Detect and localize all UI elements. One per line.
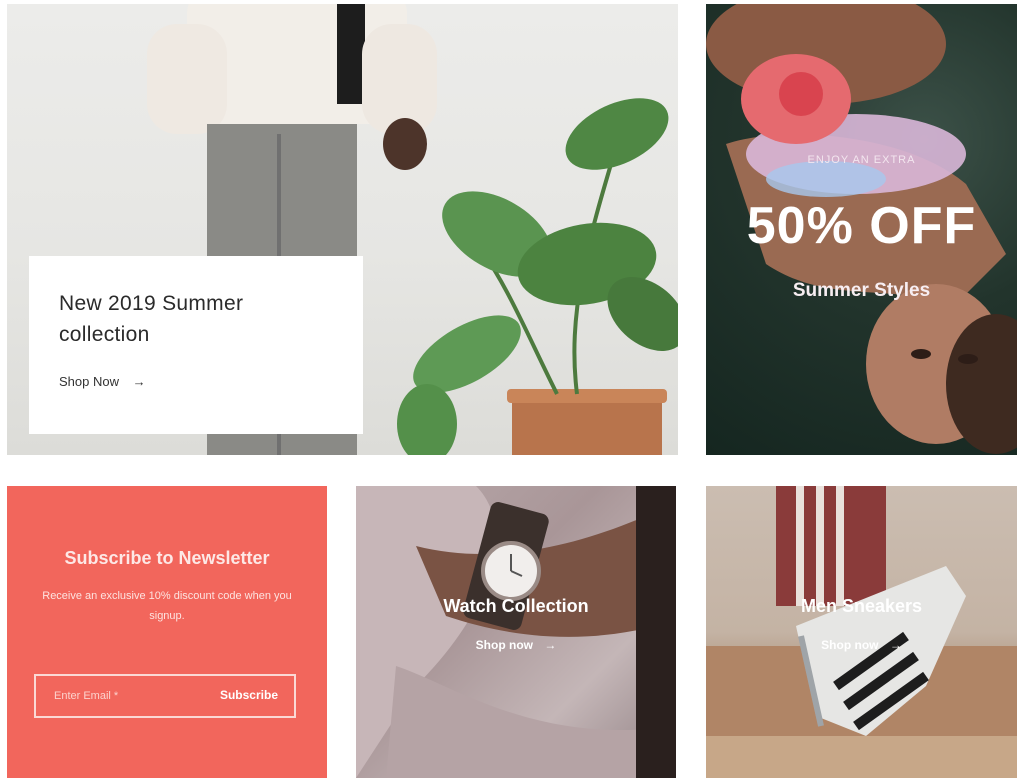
arrow-right-icon: →: [132, 374, 146, 389]
watch-collection-banner[interactable]: Watch Collection Shop now →: [356, 486, 676, 778]
sneakers-shop-now-link[interactable]: Shop now →: [706, 638, 1017, 652]
hero-shop-now-label: Shop Now: [59, 374, 119, 389]
arrow-right-icon: →: [544, 638, 557, 652]
email-field[interactable]: [36, 676, 196, 716]
watch-shop-now-link[interactable]: Shop now →: [356, 638, 676, 652]
watch-title: Watch Collection: [443, 596, 589, 616]
sale-headline: 50% OFF: [746, 197, 977, 255]
hero-plant-image: [397, 98, 678, 455]
sneakers-shop-now-label: Shop now: [821, 638, 879, 652]
arrow-right-icon: →: [889, 638, 902, 652]
subscribe-button[interactable]: Subscribe: [220, 688, 278, 702]
watch-shop-now-label: Shop now: [475, 638, 533, 652]
sneakers-title: Men Sneakers: [800, 596, 923, 616]
newsletter-title: Subscribe to Newsletter: [64, 548, 270, 568]
hero-shop-now-link[interactable]: Shop Now →: [59, 374, 146, 389]
sale-banner[interactable]: ENJOY AN EXTRA 50% OFF Summer Styles: [706, 4, 1017, 455]
men-sneakers-banner[interactable]: Men Sneakers Shop now →: [706, 486, 1017, 778]
newsletter-description: Receive an exclusive 10% discount code w…: [42, 590, 292, 622]
sale-subtitle: Summer Styles: [792, 280, 931, 301]
hero-title: New 2019 Summer collection: [59, 292, 244, 346]
newsletter-form: Subscribe: [34, 674, 296, 718]
newsletter-panel: Subscribe to Newsletter Receive an exclu…: [7, 486, 327, 778]
sale-kicker: ENJOY AN EXTRA: [807, 154, 916, 166]
hero-card: New 2019 Summer collection Shop Now →: [29, 256, 363, 434]
hero-banner[interactable]: New 2019 Summer collection Shop Now →: [7, 4, 678, 455]
sneaker-image: [706, 486, 1017, 778]
watch-image: [356, 486, 676, 778]
